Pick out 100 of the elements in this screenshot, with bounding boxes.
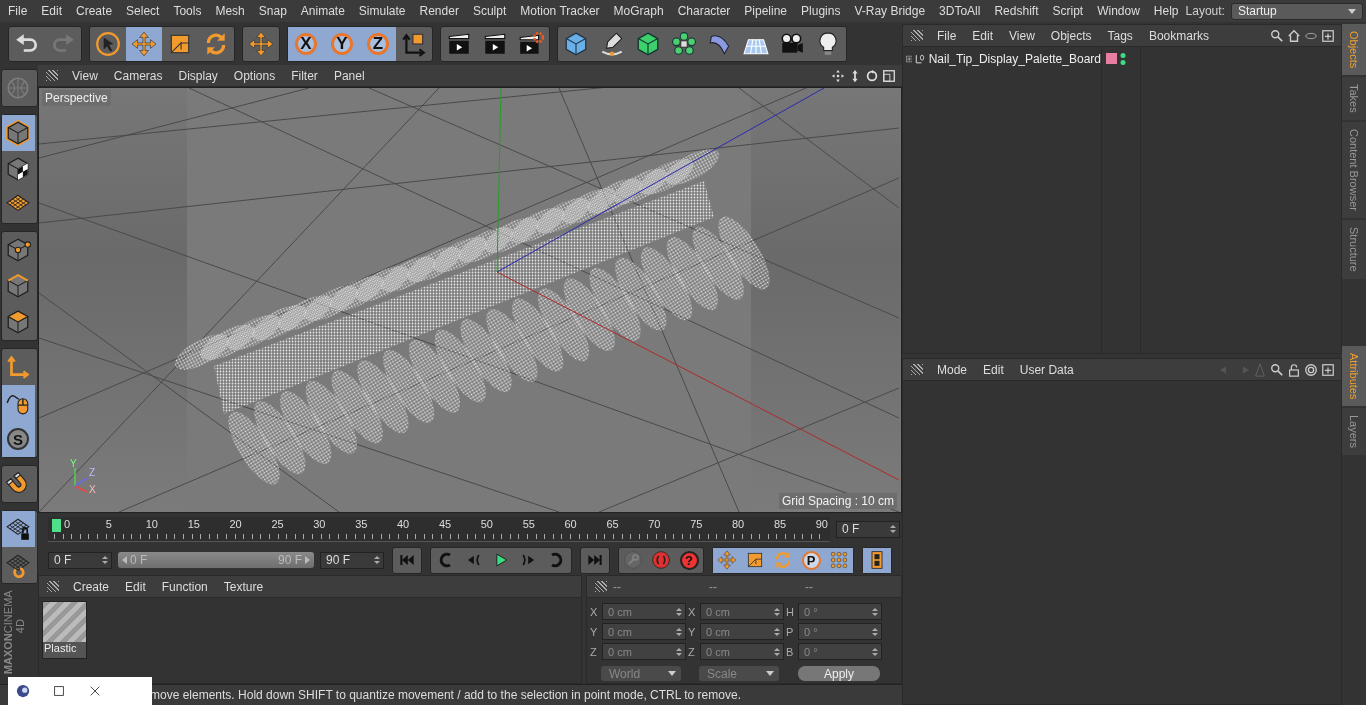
- attributes-menu-item[interactable]: Edit: [975, 362, 1012, 377]
- menu-item[interactable]: Plugins: [794, 4, 848, 18]
- pan-view-icon[interactable]: [831, 68, 845, 83]
- viewport-menu-item[interactable]: Options: [225, 68, 284, 83]
- panel-grip-icon[interactable]: [911, 30, 923, 41]
- menu-item[interactable]: Character: [670, 4, 738, 18]
- maximize-icon[interactable]: [52, 684, 66, 698]
- material-thumbnail[interactable]: Plastic: [42, 601, 87, 659]
- objects-menu-item[interactable]: File: [929, 28, 965, 43]
- subdivision-cube-icon: [635, 30, 661, 57]
- menu-item[interactable]: Sculpt: [465, 4, 514, 18]
- viewport-menu-item[interactable]: Display: [170, 68, 226, 83]
- camera-label[interactable]: Perspective: [42, 90, 111, 106]
- visibility-dots-icon[interactable]: [1120, 52, 1126, 66]
- playhead-marker[interactable]: [52, 518, 61, 532]
- apply-button[interactable]: Apply: [797, 665, 881, 682]
- panel-grip-icon[interactable]: [911, 364, 923, 375]
- side-tab[interactable]: Takes: [1342, 77, 1366, 121]
- menu-item[interactable]: Render: [412, 4, 466, 18]
- axis-lock-button[interactable]: X: [288, 26, 324, 61]
- grid-rotate-icon: [5, 552, 31, 578]
- menu-item[interactable]: Help: [1146, 4, 1186, 18]
- column-header: --: [709, 579, 718, 594]
- attributes-menu-item[interactable]: User Data: [1011, 362, 1082, 377]
- end-frame-field[interactable]: 90 F: [320, 551, 384, 569]
- objects-menu-item[interactable]: Objects: [1042, 28, 1100, 43]
- frame-number: 75: [690, 516, 701, 532]
- viewport-menu-item[interactable]: View: [64, 68, 106, 83]
- menu-item[interactable]: Window: [1090, 4, 1147, 18]
- material-menu-item[interactable]: Texture: [215, 579, 272, 594]
- axis-lock-button[interactable]: Z: [360, 26, 396, 61]
- menu-item[interactable]: Simulate: [351, 4, 413, 18]
- home-icon[interactable]: [1287, 28, 1301, 43]
- viewport-menu-item[interactable]: Panel: [325, 68, 373, 83]
- scale-icon: [745, 550, 765, 570]
- panel-grip-icon[interactable]: [47, 581, 59, 592]
- target-icon[interactable]: [1304, 362, 1318, 377]
- menu-item[interactable]: Motion Tracker: [513, 4, 607, 18]
- expand-icon[interactable]: [906, 54, 913, 64]
- frame-number: 20: [229, 516, 240, 532]
- rotate-view-icon[interactable]: [865, 68, 879, 83]
- search-icon[interactable]: [1270, 28, 1284, 43]
- menu-item[interactable]: Pipeline: [737, 4, 795, 18]
- menu-item[interactable]: Edit: [34, 4, 70, 18]
- tweak-mode-button[interactable]: [1, 385, 35, 421]
- menu-item[interactable]: Redshift: [987, 4, 1046, 18]
- move-tool-button[interactable]: [713, 547, 741, 573]
- start-frame-field[interactable]: 0 F: [48, 551, 112, 569]
- model-mode-button[interactable]: [1, 115, 35, 151]
- menu-item[interactable]: Select: [119, 4, 167, 18]
- close-icon[interactable]: [88, 684, 102, 698]
- menu-item[interactable]: Tools: [166, 4, 209, 18]
- menu-item[interactable]: Animate: [293, 4, 352, 18]
- workplane-lock-button[interactable]: [1, 511, 35, 547]
- viewport-menu-item[interactable]: Filter: [283, 68, 326, 83]
- new-window-icon[interactable]: [1321, 362, 1335, 377]
- nail-palette-model-drawing[interactable]: [174, 149, 770, 485]
- viewport-canvas[interactable]: Perspective Grid Spacing : 10 cm Y Z X: [38, 87, 902, 513]
- material-menu-item[interactable]: Function: [153, 579, 216, 594]
- menu-item[interactable]: 3DToAll: [932, 4, 988, 18]
- current-frame-field[interactable]: 0 F: [836, 520, 900, 538]
- unlocked-padlock-icon[interactable]: [1287, 362, 1301, 377]
- side-tab[interactable]: Layers: [1342, 407, 1366, 455]
- attributes-menu-item[interactable]: Mode: [929, 362, 976, 377]
- menu-item[interactable]: Mesh: [208, 4, 252, 18]
- timeline-window-button[interactable]: [863, 547, 891, 573]
- material-menu-item[interactable]: Create: [65, 579, 118, 594]
- object-name[interactable]: Nail_Tip_Display_Palette_Board: [928, 52, 1101, 66]
- objects-menu-item[interactable]: View: [1001, 28, 1043, 43]
- move-tool-button[interactable]: [126, 26, 162, 61]
- viewport-menu-item[interactable]: Cameras: [105, 68, 171, 83]
- menu-item[interactable]: Script: [1045, 4, 1091, 18]
- panel-grip-icon[interactable]: [595, 581, 607, 592]
- material-menu-item[interactable]: Edit: [117, 579, 154, 594]
- parameter-key-button[interactable]: P: [797, 547, 825, 573]
- maximize-view-icon[interactable]: [882, 68, 896, 83]
- new-window-icon[interactable]: [1321, 28, 1335, 43]
- menu-item[interactable]: Snap: [251, 4, 294, 18]
- menu-item[interactable]: Create: [69, 4, 120, 18]
- app-icon[interactable]: [16, 684, 30, 698]
- cube-points-icon: [5, 237, 31, 263]
- search-icon[interactable]: [1270, 362, 1284, 377]
- objects-menu-item[interactable]: Tags: [1099, 28, 1141, 43]
- snap-button[interactable]: S: [1, 421, 35, 457]
- cube-edges-icon: [5, 273, 31, 299]
- side-tab[interactable]: Content Browser: [1342, 122, 1366, 218]
- menu-item[interactable]: File: [1, 4, 35, 18]
- objects-menu-item[interactable]: Edit: [964, 28, 1002, 43]
- material-tag-swatch[interactable]: [1106, 53, 1117, 64]
- layout-dropdown[interactable]: Startup: [1230, 2, 1363, 20]
- timeline-ruler[interactable]: 0 5 10 15 20 25 30 35 40 45 50 55 60 65 70 75 80 85 90: [48, 516, 830, 542]
- panel-grip-icon[interactable]: [46, 70, 58, 81]
- frame-number: 40: [397, 516, 407, 532]
- key-icon: [623, 550, 643, 570]
- side-tab[interactable]: Structure: [1342, 220, 1366, 279]
- axis-lock-button[interactable]: Y: [324, 26, 360, 61]
- menu-item[interactable]: MoGraph: [606, 4, 671, 18]
- point-level-button[interactable]: [825, 547, 853, 573]
- objects-menu-item[interactable]: Bookmarks: [1140, 28, 1217, 43]
- menu-item[interactable]: V-Ray Bridge: [847, 4, 933, 18]
